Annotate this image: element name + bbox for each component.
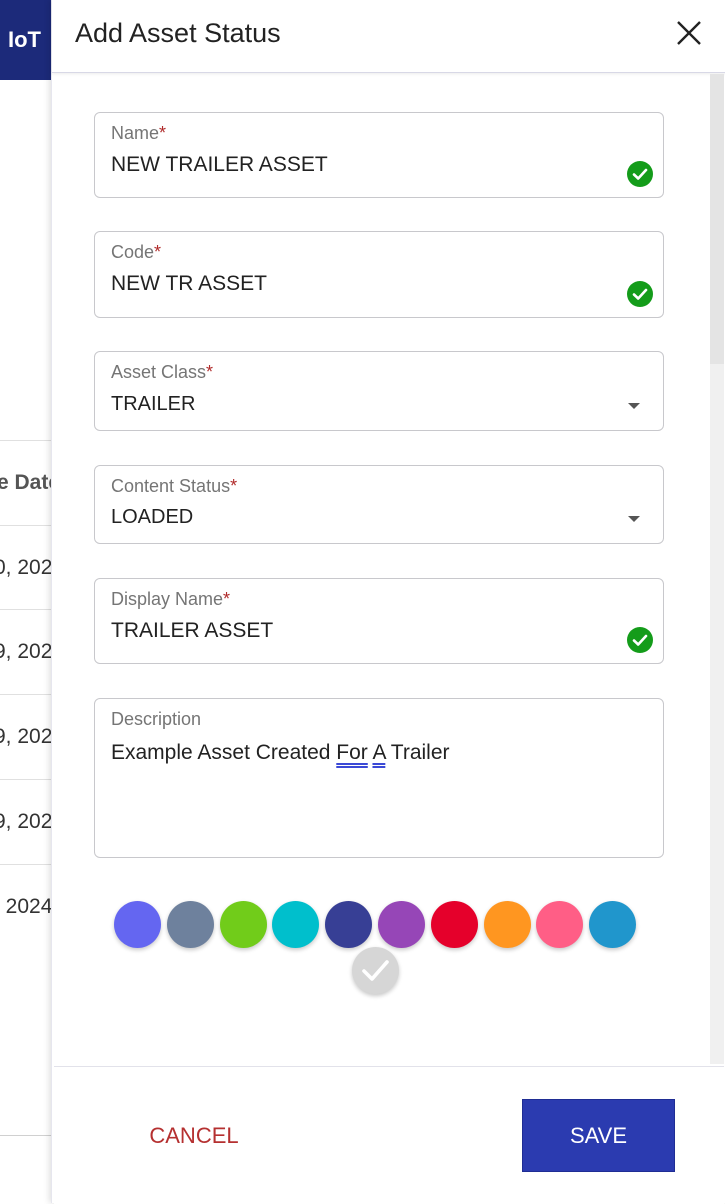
color-swatch[interactable] [484,901,531,948]
display-name-label: Display Name* [111,589,231,609]
color-swatch[interactable] [272,901,319,948]
cancel-button[interactable]: CANCEL [114,1111,274,1161]
scrollbar-thumb[interactable] [710,74,724,364]
description-value[interactable]: Example Asset Created For A Trailer [111,741,450,765]
color-swatch-selected[interactable] [352,947,399,994]
close-icon [677,21,701,45]
color-swatch[interactable] [114,901,161,948]
drawer-footer: CANCEL SAVE [54,1066,724,1204]
check-circle-icon [627,281,653,307]
table-cell-date: 9, 202 [0,725,53,748]
description-textarea[interactable]: Description Example Asset Created For A … [94,698,664,858]
asset-class-label: Asset Class* [111,362,214,382]
check-circle-icon [627,627,653,653]
close-button[interactable] [672,16,706,50]
spellcheck-word: For [336,741,368,764]
caret-down-icon[interactable] [627,515,641,523]
display-name-value[interactable]: TRAILER ASSET [111,619,273,643]
color-swatch[interactable] [431,901,478,948]
spellcheck-word: A [372,741,386,764]
scrollbar[interactable] [710,74,724,1064]
drawer-title: Add Asset Status [75,18,281,48]
table-cell-date: 9, 202 [0,810,53,833]
content-status-select[interactable]: Content Status* LOADED [94,465,664,544]
content-status-value[interactable]: LOADED [111,506,193,529]
display-name-field[interactable]: Display Name* TRAILER ASSET [94,578,664,664]
code-value[interactable]: NEW TR ASSET [111,272,267,296]
color-swatch[interactable] [536,901,583,948]
content-status-label: Content Status* [111,476,238,496]
checkmark-icon [362,960,389,981]
table-cell-date: , 2024 [0,895,53,918]
add-asset-status-drawer: Add Asset Status Name* NEW TRAILER ASSET… [51,0,725,1204]
color-swatch[interactable] [167,901,214,948]
description-label: Description [111,709,202,729]
name-label: Name* [111,123,167,143]
table-cell-date: 0, 202 [0,556,53,579]
app-brand: IoT [0,0,52,80]
color-swatch[interactable] [378,901,425,948]
color-swatch[interactable] [325,901,372,948]
table-cell-date: 9, 202 [0,640,53,663]
color-swatch[interactable] [220,901,267,948]
save-button[interactable]: SAVE [522,1099,675,1172]
name-field[interactable]: Name* NEW TRAILER ASSET [94,112,664,198]
drawer-header: Add Asset Status [52,0,725,73]
check-circle-icon [627,161,653,187]
asset-class-value[interactable]: TRAILER [111,393,195,416]
code-label: Code* [111,242,162,262]
name-value[interactable]: NEW TRAILER ASSET [111,153,328,177]
color-swatch[interactable] [589,901,636,948]
code-field[interactable]: Code* NEW TR ASSET [94,231,664,318]
asset-class-select[interactable]: Asset Class* TRAILER [94,351,664,431]
caret-down-icon[interactable] [627,402,641,410]
